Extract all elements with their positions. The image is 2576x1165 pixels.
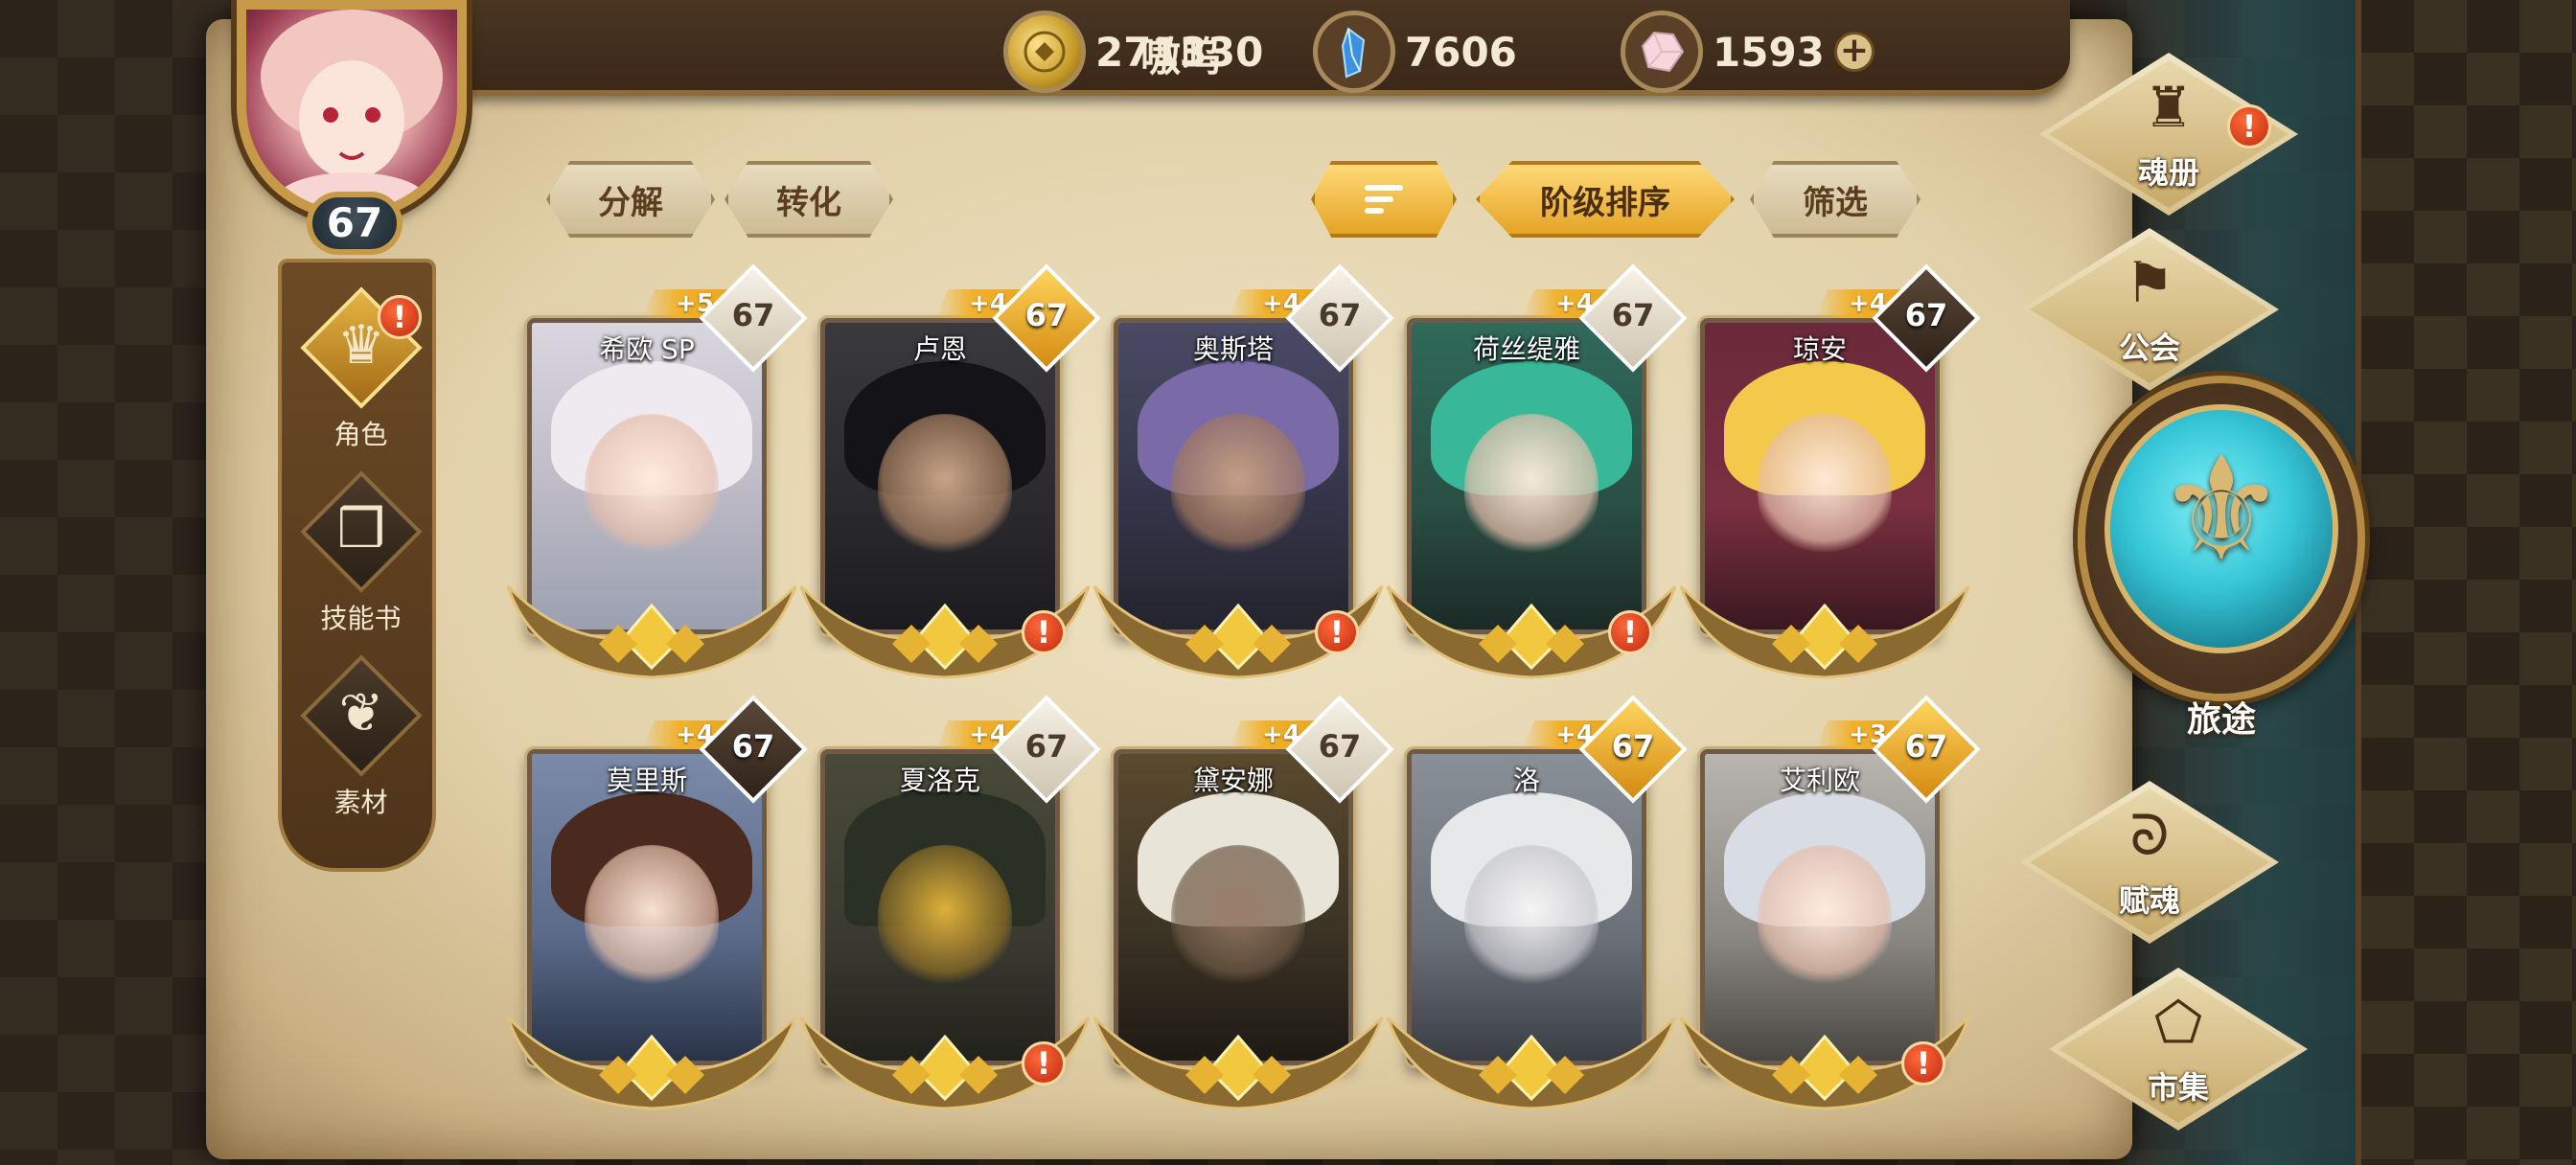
nav-label: 市集 (2147, 1069, 2209, 1106)
rank-wings-icon (506, 584, 797, 679)
nav-label: 公会 (2118, 330, 2180, 366)
nav-label: 魂册 (2137, 154, 2199, 191)
hero-level: 67 (731, 297, 775, 333)
top-bar: 嗷呜 271330 7606 1593 + (431, 0, 2070, 96)
side-item-label: 技能书 (320, 603, 402, 634)
ensoul-icon: ᘐ (2129, 803, 2170, 868)
sort-order-button[interactable]: 阶级排序 (1476, 161, 1735, 238)
hero-card[interactable]: 洛 +4 67 (1378, 695, 1688, 1113)
skill-book-icon: ❒ (336, 498, 386, 560)
hero-card[interactable]: 夏洛克 +4 67 ! (792, 695, 1101, 1113)
gold-amount: 271330 (1095, 28, 1264, 76)
rank-wings-icon (1386, 1016, 1677, 1110)
convert-button[interactable]: 转化 (724, 161, 893, 238)
crystal-amount: 7606 (1405, 28, 1517, 76)
blue-crystal-icon (1313, 11, 1395, 93)
gem-amount: 1593 (1713, 28, 1825, 76)
hero-card[interactable]: 黛安娜 +4 67 (1085, 695, 1394, 1113)
sort-direction-button[interactable] (1311, 161, 1457, 238)
player-avatar-frame[interactable]: 67 (203, 0, 515, 268)
guild-icon: ⚑ (2125, 250, 2174, 315)
nav-guild[interactable]: ⚑ 公会 (2020, 228, 2279, 391)
rank-wings-icon (1679, 584, 1970, 679)
player-level-badge: 67 (307, 192, 402, 255)
gold-coin-icon (1003, 11, 1086, 93)
alert-icon: ! (1315, 610, 1359, 654)
pink-gem-icon (1621, 11, 1703, 93)
hero-level: 67 (1318, 728, 1362, 765)
avatar[interactable] (237, 0, 467, 220)
market-icon: ⬠ (2153, 990, 2203, 1055)
alert-icon: ! (378, 295, 422, 339)
side-item-character[interactable]: ♛ 角色 ! (282, 286, 440, 464)
hero-card[interactable]: 卢恩 +4 67 ! (792, 263, 1101, 682)
rank-wings-icon (1092, 1016, 1384, 1110)
currency-gem: 1593 + (1621, 11, 1874, 93)
hero-level: 67 (1318, 297, 1362, 333)
hero-card[interactable]: 奥斯塔 +4 67 ! (1085, 263, 1394, 682)
rank-wings-icon (506, 1016, 797, 1110)
side-menu: ♛ 角色 ! ❒ 技能书 ❦ 素材 (278, 259, 436, 872)
hero-level: 67 (1024, 728, 1069, 765)
alert-icon: ! (2227, 104, 2271, 148)
alert-icon: ! (1022, 610, 1066, 654)
journey-emblem-icon: ⚜ (2156, 426, 2287, 593)
nav-label: 赋魂 (2118, 882, 2180, 919)
side-item-label: 角色 (334, 419, 388, 450)
nav-ensoul[interactable]: ᘐ 赋魂 (2020, 781, 2279, 944)
sort-icon (1365, 185, 1403, 214)
hero-level: 67 (1904, 728, 1948, 765)
hero-card[interactable]: 琼安 +4 67 (1671, 263, 1981, 682)
hero-card[interactable]: 莫里斯 +4 67 (498, 695, 808, 1113)
add-gem-button[interactable]: + (1833, 32, 1874, 72)
currency-gold: 271330 (1003, 11, 1264, 93)
alert-icon: ! (1608, 610, 1652, 654)
hero-card[interactable]: 艾利欧 +3 67 ! (1671, 695, 1981, 1113)
hero-card[interactable]: 荷丝缇雅 +4 67 ! (1378, 263, 1688, 682)
background-right-strip (2356, 0, 2576, 1165)
alert-icon: ! (1901, 1041, 1945, 1085)
hero-level: 67 (1024, 297, 1069, 333)
side-item-skill-book[interactable]: ❒ 技能书 (282, 470, 440, 648)
hero-level: 67 (1611, 728, 1655, 765)
filter-button[interactable]: 筛选 (1750, 161, 1920, 238)
decompose-button[interactable]: 分解 (546, 161, 715, 238)
hero-level: 67 (731, 728, 775, 765)
soul-book-icon: ♜ (2144, 75, 2194, 140)
nav-market[interactable]: ⬠ 市集 (2049, 968, 2308, 1131)
hero-level: 67 (1904, 297, 1948, 333)
alert-icon: ! (1022, 1041, 1066, 1085)
side-item-materials[interactable]: ❦ 素材 (282, 654, 440, 832)
journey-label: 旅途 (2186, 700, 2256, 740)
journey-button[interactable]: ⚜ 旅途 (2078, 376, 2365, 759)
hero-level: 67 (1611, 297, 1655, 333)
materials-icon: ❦ (338, 682, 384, 744)
nav-soul-book[interactable]: ♜ 魂册 ! (2039, 53, 2298, 216)
side-item-label: 素材 (334, 787, 388, 818)
currency-crystal: 7606 (1313, 11, 1517, 93)
hero-card[interactable]: 希欧 SP +5 67 (498, 263, 808, 682)
